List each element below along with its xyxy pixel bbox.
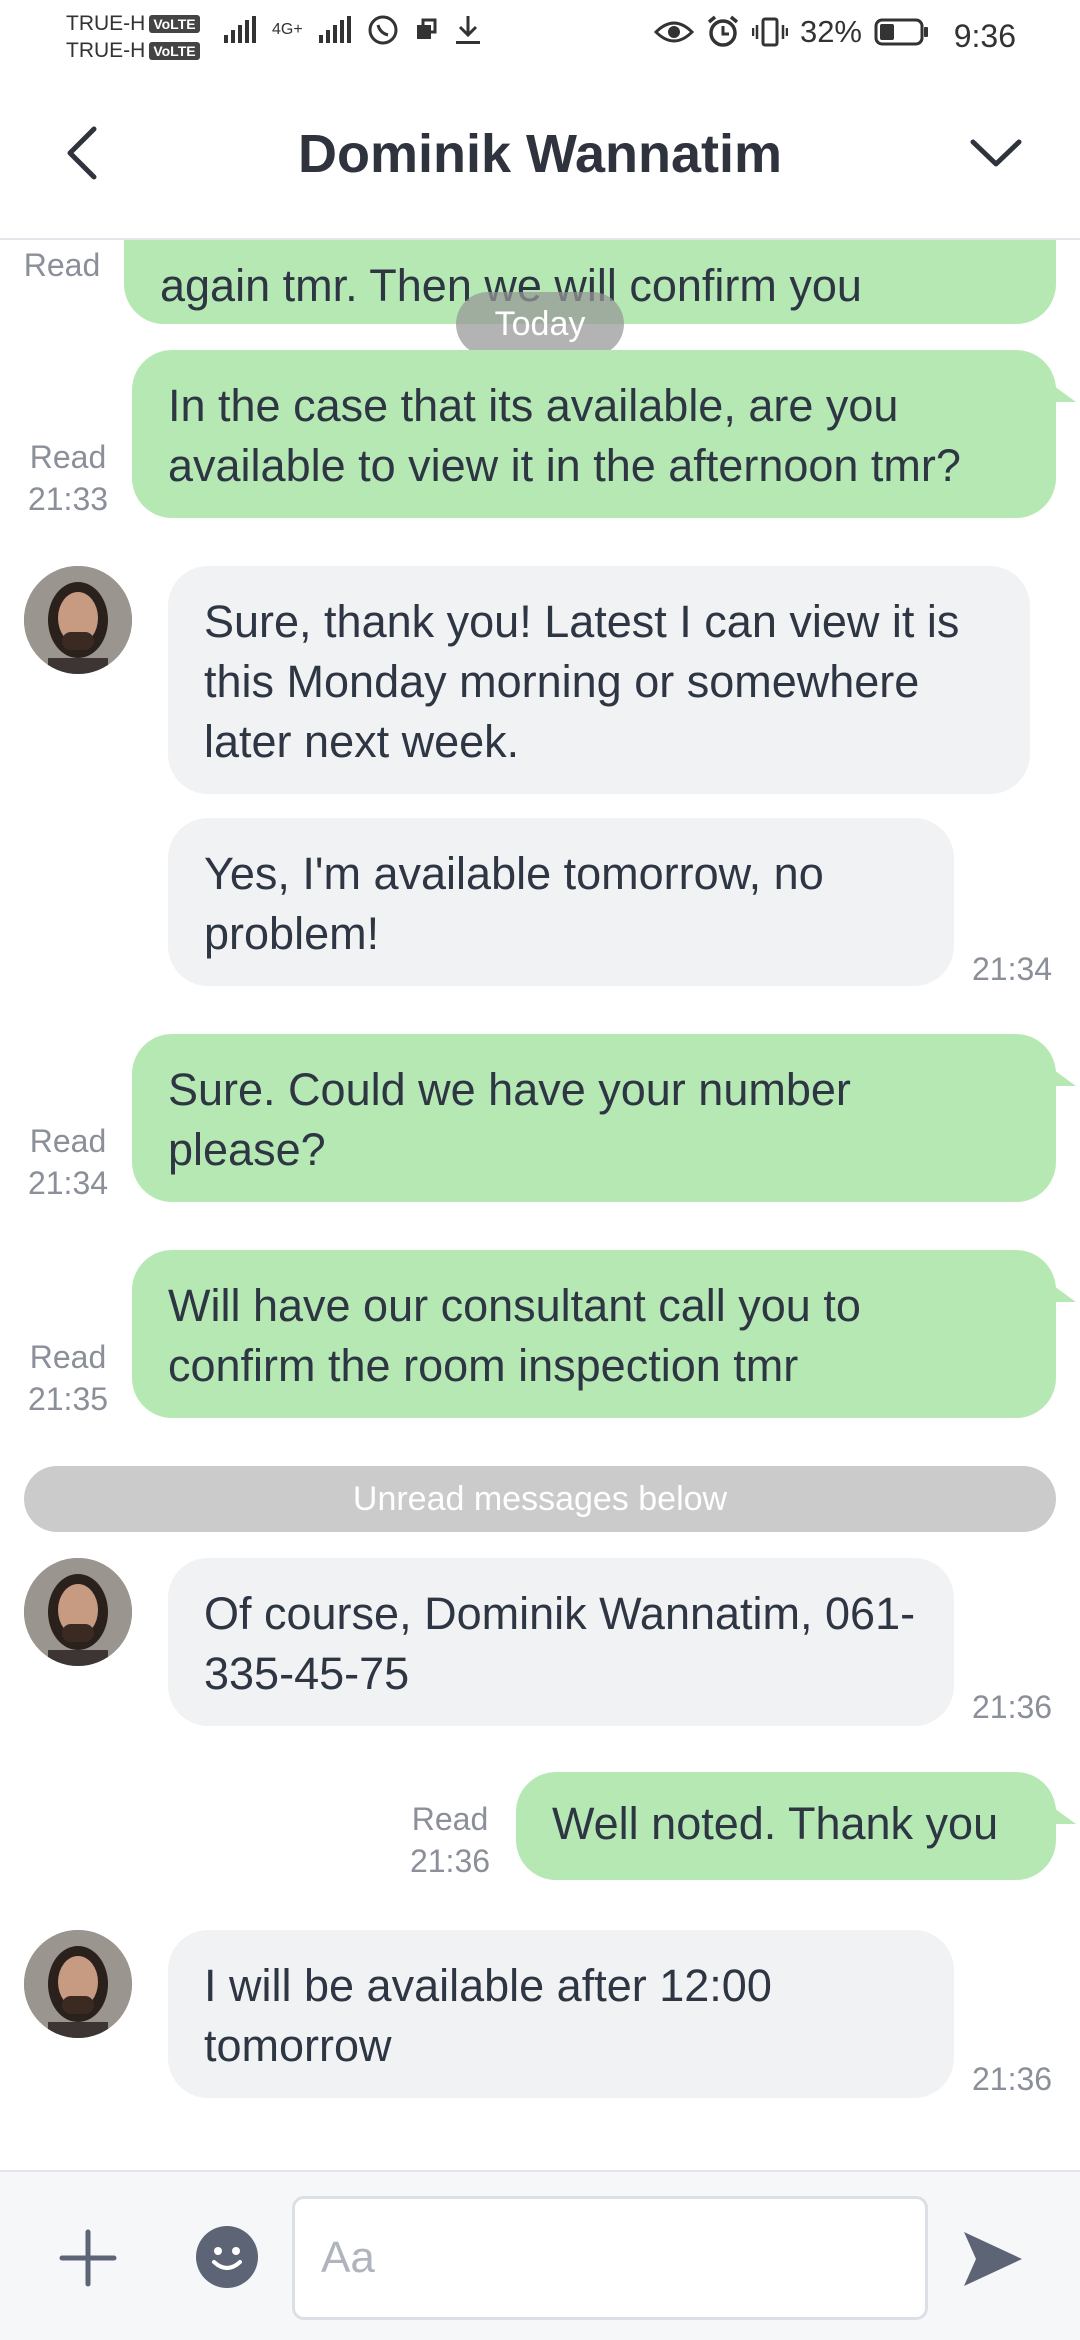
status-icons-right: 32% [653, 14, 930, 50]
chevron-down-icon [970, 139, 1022, 167]
vibrate-icon [751, 17, 788, 47]
read-status: Read [23, 247, 101, 283]
battery-percent: 32% [799, 14, 862, 49]
chat-title: Dominik Wannatim [297, 124, 783, 184]
message-time: 21:34 [972, 951, 1053, 987]
message-meta: Read 21:33 [18, 436, 118, 520]
avatar-image [24, 566, 132, 674]
message-text: Yes, I'm available tomorrow, no problem! [204, 848, 824, 959]
send-button[interactable] [958, 2224, 1028, 2294]
bubble-tail [1054, 1286, 1076, 1302]
avatar[interactable] [24, 1558, 132, 1666]
message-time: 21:34 [27, 1165, 109, 1201]
bubble-tail [1054, 1808, 1076, 1824]
clock: 9:36 [953, 18, 1016, 54]
volte-badge: VoLTE [149, 41, 200, 60]
message-text: Sure. Could we have your number please? [168, 1064, 851, 1175]
battery-icon [874, 18, 928, 46]
message-bubble-received[interactable]: Sure, thank you! Latest I can view it is… [168, 566, 1030, 794]
message-meta: Read 21:34 [18, 1120, 118, 1204]
bubble-tail [1054, 1070, 1076, 1086]
download-icon [455, 16, 480, 44]
signal-icon [224, 16, 256, 43]
eye-icon [653, 21, 694, 43]
avatar-image [24, 1558, 132, 1666]
unread-divider: Unread messages below [24, 1466, 1056, 1532]
chat-header: Dominik Wannatim [0, 75, 1080, 240]
menu-dropdown-button[interactable] [964, 123, 1028, 183]
avatar[interactable] [24, 1930, 132, 2038]
send-icon [964, 2232, 1022, 2286]
attach-button[interactable] [58, 2228, 118, 2288]
message-bubble-received[interactable]: Of course, Dominik Wannatim, 061-335-45-… [168, 1558, 954, 1726]
message-bubble-received[interactable]: Yes, I'm available tomorrow, no problem! [168, 818, 954, 986]
plus-icon [59, 2229, 117, 2287]
message-text: I will be available after 12:00 tomorrow [204, 1960, 772, 2071]
avatar[interactable] [24, 566, 132, 674]
message-bubble-sent[interactable]: In the case that its available, are you … [132, 350, 1056, 518]
network-type: 4G+ [272, 21, 303, 38]
smiley-icon [212, 2247, 242, 2270]
date-divider: Today [456, 292, 624, 356]
sync-icon [416, 18, 437, 39]
read-status: Read [29, 1123, 107, 1159]
message-text: Well noted. Thank you [552, 1798, 999, 1849]
status-bar: TRUE-H VoLTE TRUE-H VoLTE 4G+ 32% 9:36 [0, 0, 1080, 75]
volte-badge: VoLTE [149, 14, 200, 33]
read-status: Read [29, 1339, 107, 1375]
read-status: Read [411, 1801, 489, 1837]
signal-icon [318, 16, 351, 43]
emoji-button[interactable] [196, 2226, 258, 2288]
message-time: 21:36 [972, 1689, 1053, 1725]
status-icons-left: 4G+ [222, 14, 483, 46]
composer-bar [0, 2170, 1080, 2340]
bubble-tail [1054, 386, 1076, 402]
message-text: Sure, thank you! Latest I can view it is… [204, 596, 960, 767]
message-text: Of course, Dominik Wannatim, 061-335-45-… [204, 1588, 916, 1699]
message-meta: Read 21:36 [400, 1798, 500, 1882]
message-meta: Read 21:35 [18, 1336, 118, 1420]
message-text: Will have our consultant call you to con… [168, 1280, 861, 1391]
whatsapp-icon [368, 15, 398, 45]
message-time: 21:36 [409, 1843, 491, 1879]
message-text: In the case that its available, are you … [168, 380, 961, 491]
message-time: 21:33 [27, 481, 109, 517]
carrier-2: TRUE-H [66, 39, 146, 62]
read-status: Read [29, 439, 107, 475]
carrier-info: TRUE-H VoLTE TRUE-H VoLTE [66, 10, 200, 64]
avatar-image [24, 1930, 132, 2038]
message-bubble-sent[interactable]: Well noted. Thank you [516, 1772, 1056, 1880]
carrier-1: TRUE-H [66, 12, 146, 35]
message-input[interactable] [292, 2196, 928, 2320]
message-bubble-received[interactable]: I will be available after 12:00 tomorrow [168, 1930, 954, 2098]
message-time: 21:35 [27, 1381, 109, 1417]
message-bubble-sent[interactable]: Sure. Could we have your number please? [132, 1034, 1056, 1202]
message-time: 21:36 [972, 2061, 1053, 2097]
alarm-icon [707, 15, 739, 47]
message-bubble-sent[interactable]: Will have our consultant call you to con… [132, 1250, 1056, 1418]
message-list[interactable]: Read again tmr. Then we will confirm you… [0, 240, 1080, 2170]
